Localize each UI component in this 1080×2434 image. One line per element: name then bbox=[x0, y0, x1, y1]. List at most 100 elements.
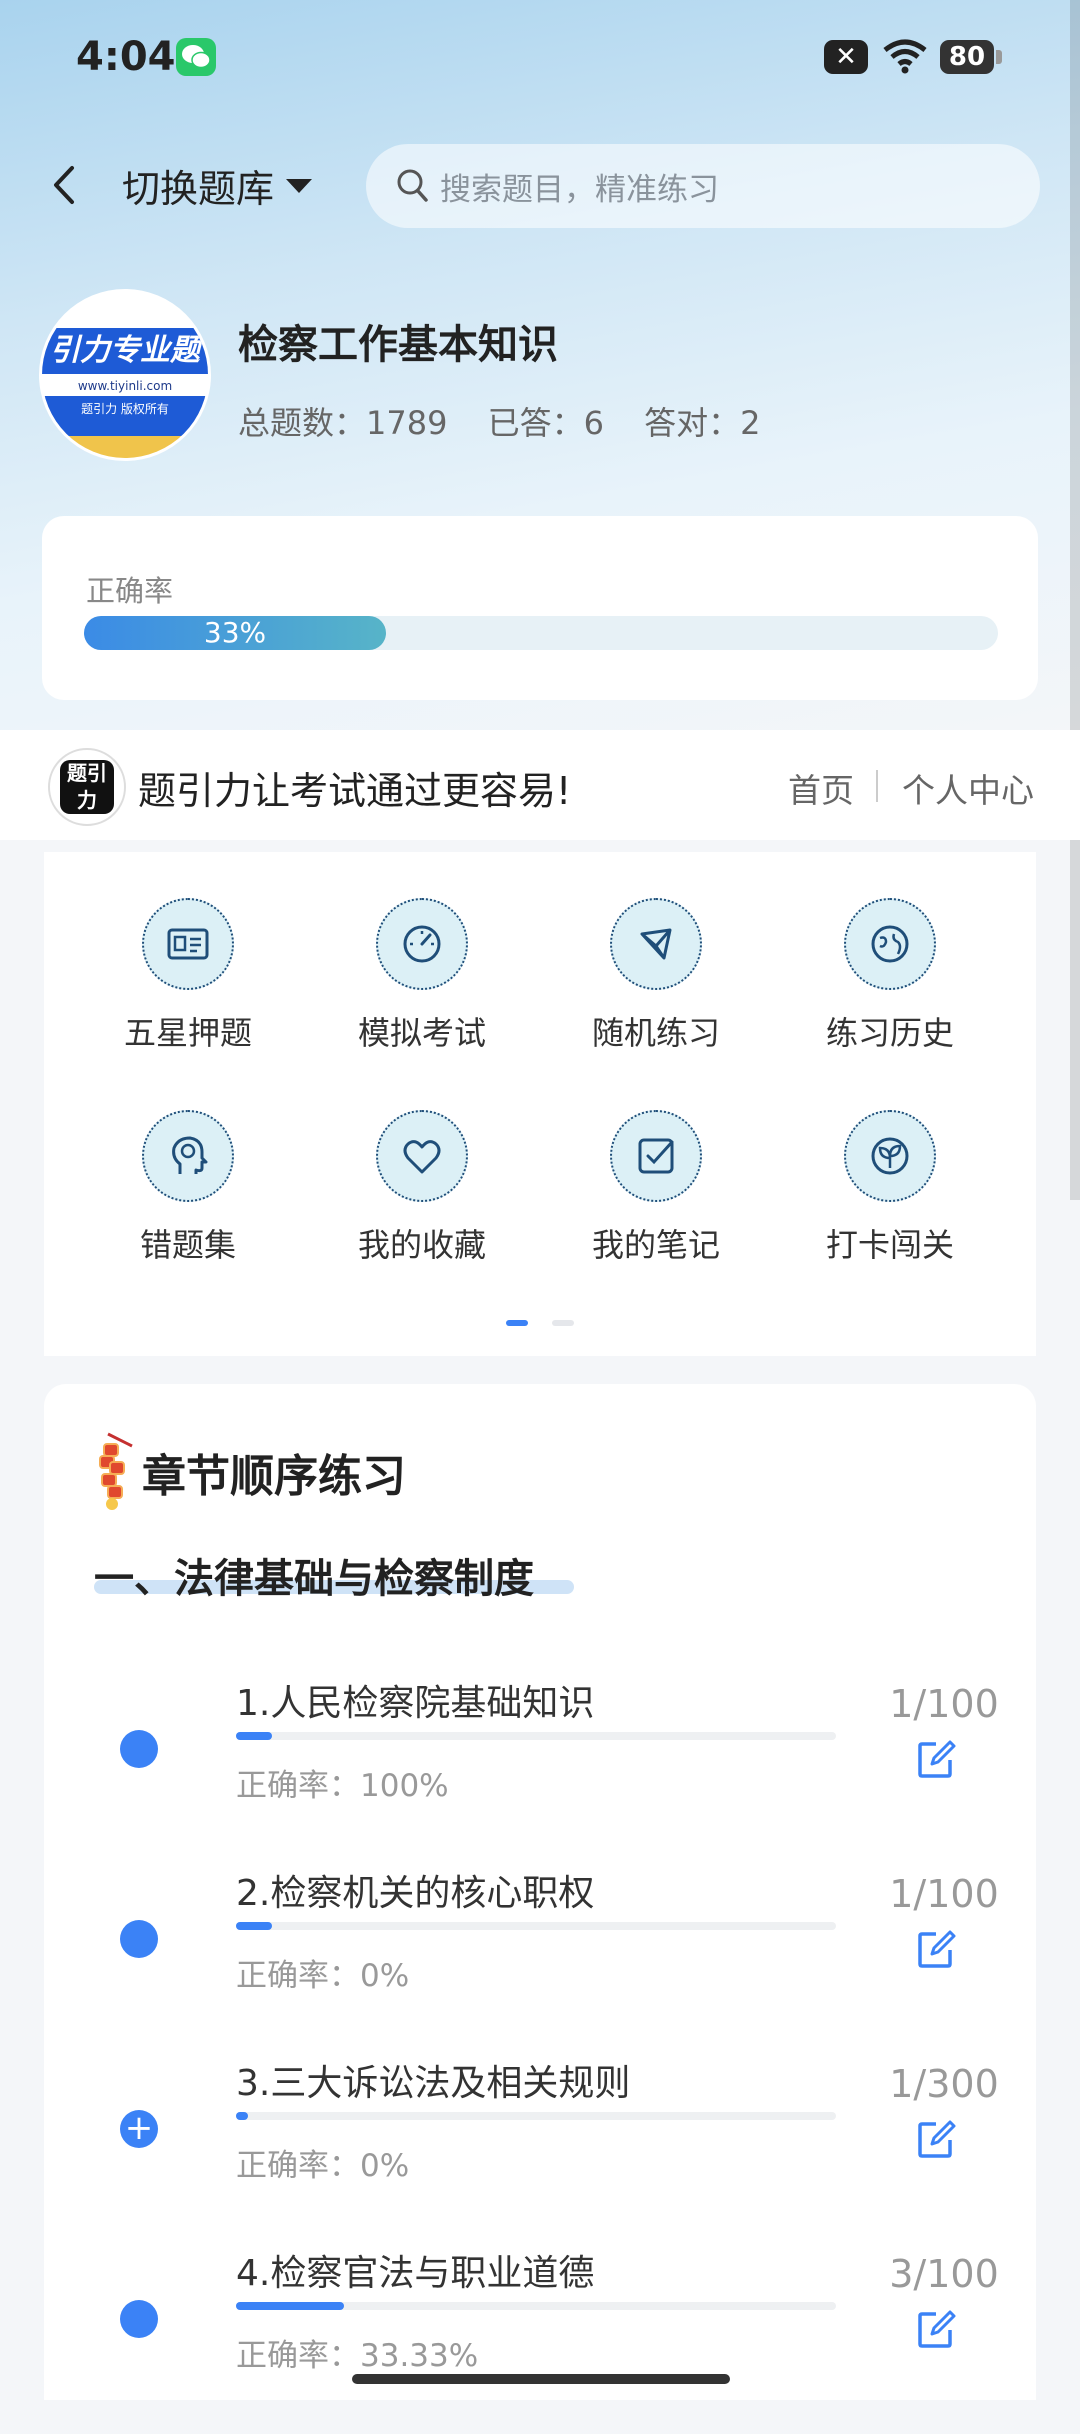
brand-bar: 题引力 题引力让考试通过更容易! 首页 个人中心 bbox=[0, 730, 1080, 840]
chapter-name: 4.检察官法与职业道德 bbox=[236, 2253, 595, 2294]
edit-icon[interactable] bbox=[914, 1928, 958, 1976]
page-dot bbox=[552, 1320, 574, 1326]
chapter-row[interactable]: 1.人民检察院基础知识 正确率：100% 1/100 bbox=[44, 1674, 1036, 1864]
speedometer-icon bbox=[376, 898, 468, 990]
chapter-count: 1/100 bbox=[889, 1872, 999, 1916]
back-arrow-icon[interactable] bbox=[46, 160, 86, 210]
edit-icon[interactable] bbox=[914, 1738, 958, 1786]
search-placeholder: 搜索题目，精准练习 bbox=[440, 172, 719, 208]
chapter-progress-track bbox=[236, 1922, 836, 1930]
edit-icon[interactable] bbox=[914, 2308, 958, 2356]
chapter-practice-card: 章节顺序练习 一、法律基础与检察制度 1.人民检察院基础知识 正确率：100% … bbox=[44, 1384, 1036, 2400]
answered-count: 已答：6 bbox=[487, 404, 604, 442]
accuracy-value: 33% bbox=[203, 616, 267, 649]
edit-icon[interactable] bbox=[914, 2118, 958, 2166]
firecracker-icon bbox=[94, 1424, 138, 1518]
brand-logo-text: 题引力 bbox=[60, 760, 114, 814]
nav-user-center-link[interactable]: 个人中心 bbox=[902, 764, 1034, 812]
chapter-status-dot bbox=[120, 1730, 158, 1768]
chapter-progress-fill bbox=[236, 1922, 272, 1930]
wechat-icon bbox=[176, 38, 216, 76]
chapter-accuracy: 正确率：0% bbox=[236, 2148, 410, 2184]
chapter-count: 1/300 bbox=[889, 2062, 999, 2106]
chapter-progress-track bbox=[236, 1732, 836, 1740]
chapter-progress-track bbox=[236, 2302, 836, 2310]
grid-item-mock-exam[interactable]: 模拟考试 bbox=[322, 898, 522, 1054]
grid-item-label: 打卡闯关 bbox=[825, 1226, 954, 1264]
accuracy-card: 正确率 33% bbox=[42, 516, 1038, 700]
switch-bank-label: 切换题库 bbox=[122, 167, 275, 211]
id-card-icon bbox=[142, 898, 234, 990]
chapter-name: 1.人民检察院基础知识 bbox=[236, 1683, 595, 1724]
chapter-status-dot bbox=[120, 1920, 158, 1958]
brand-logo: 题引力 bbox=[48, 748, 126, 826]
total-questions: 总题数：1789 bbox=[238, 404, 448, 442]
grid-item-label: 我的笔记 bbox=[591, 1226, 720, 1264]
chapter-row[interactable]: + 3.三大诉讼法及相关规则 正确率：0% 1/300 bbox=[44, 2054, 1036, 2244]
logo-copyright: 题引力 版权所有 bbox=[42, 396, 208, 436]
grid-item-favorites[interactable]: 我的收藏 bbox=[322, 1110, 522, 1266]
question-bank-logo: 引力专业题 www.tiyinli.com 题引力 版权所有 bbox=[42, 292, 208, 458]
grid-item-history[interactable]: 练习历史 bbox=[790, 898, 990, 1054]
grid-item-label: 我的收藏 bbox=[357, 1226, 486, 1264]
sprout-icon bbox=[844, 1110, 936, 1202]
heart-icon bbox=[376, 1110, 468, 1202]
chapter-name: 2.检察机关的核心职权 bbox=[236, 1873, 595, 1914]
grid-item-notes[interactable]: 我的笔记 bbox=[556, 1110, 756, 1266]
note-check-icon bbox=[610, 1110, 702, 1202]
close-notification-icon: ✕ bbox=[824, 40, 868, 74]
caret-down-icon bbox=[286, 178, 313, 193]
grid-item-label: 随机练习 bbox=[591, 1014, 720, 1052]
chapter-name: 3.三大诉讼法及相关规则 bbox=[236, 2063, 631, 2104]
grid-item-wrong-questions[interactable]: 错题集 bbox=[88, 1110, 288, 1266]
bank-title: 检察工作基本知识 bbox=[238, 322, 558, 368]
brain-head-icon bbox=[142, 1110, 234, 1202]
accuracy-progress-fill: 33% bbox=[84, 616, 386, 650]
battery-tip bbox=[996, 50, 1002, 64]
chapter-count: 3/100 bbox=[889, 2252, 999, 2296]
nav-divider bbox=[876, 770, 878, 802]
chapter-row[interactable]: 2.检察机关的核心职权 正确率：0% 1/100 bbox=[44, 1864, 1036, 2054]
grid-item-label: 练习历史 bbox=[825, 1014, 954, 1052]
feature-grid: 五星押题 模拟考试 随机练习 练习历史 错题集 我的收藏 我的笔记 打卡闯关 bbox=[44, 852, 1036, 1356]
page-dot-active bbox=[506, 1320, 528, 1326]
logo-url: www.tiyinli.com bbox=[42, 376, 208, 396]
grid-item-label: 模拟考试 bbox=[357, 1014, 486, 1052]
correct-count: 答对：2 bbox=[644, 404, 761, 442]
chapter-accuracy: 正确率：100% bbox=[236, 1768, 449, 1804]
chapter-row[interactable]: 4.检察官法与职业道德 正确率：33.33% 3/100 bbox=[44, 2244, 1036, 2434]
grid-item-label: 错题集 bbox=[139, 1226, 236, 1264]
chapter-progress-fill bbox=[236, 1732, 272, 1740]
battery-indicator: 80 bbox=[940, 40, 994, 74]
status-bar: 4:04 ✕ 80 bbox=[0, 0, 1080, 120]
chapter-progress-track bbox=[236, 2112, 836, 2120]
switch-bank-dropdown[interactable]: 切换题库 bbox=[122, 158, 313, 213]
network-icon bbox=[610, 898, 702, 990]
section-title: 章节顺序练习 bbox=[142, 1451, 406, 1502]
grid-item-five-star[interactable]: 五星押题 bbox=[88, 898, 288, 1054]
chapter-accuracy: 正确率：33.33% bbox=[236, 2338, 479, 2374]
chapter-progress-fill bbox=[236, 2112, 248, 2120]
search-input[interactable]: 搜索题目，精准练习 bbox=[366, 144, 1040, 228]
home-indicator[interactable] bbox=[352, 2374, 730, 2384]
grid-item-random-practice[interactable]: 随机练习 bbox=[556, 898, 756, 1054]
brand-slogan: 题引力让考试通过更容易! bbox=[138, 769, 572, 813]
accuracy-label: 正确率 bbox=[86, 574, 174, 608]
chapter-status-dot bbox=[120, 2300, 158, 2338]
grid-item-label: 五星押题 bbox=[123, 1014, 252, 1052]
status-time: 4:04 bbox=[76, 34, 176, 80]
bank-stats: 总题数：1789 已答：6 答对：2 bbox=[238, 398, 791, 444]
grid-item-checkin[interactable]: 打卡闯关 bbox=[790, 1110, 990, 1266]
chapter-progress-fill bbox=[236, 2302, 344, 2310]
scrollbar[interactable] bbox=[1070, 0, 1080, 1200]
search-icon bbox=[396, 168, 430, 208]
part-title: 一、法律基础与检察制度 bbox=[94, 1556, 534, 1602]
wifi-icon bbox=[882, 38, 928, 78]
logo-text: 引力专业题 bbox=[42, 328, 208, 374]
globe-icon bbox=[844, 898, 936, 990]
nav-home-link[interactable]: 首页 bbox=[788, 764, 854, 812]
expand-plus-icon[interactable]: + bbox=[120, 2110, 158, 2148]
chapter-accuracy: 正确率：0% bbox=[236, 1958, 410, 1994]
accuracy-progress-track: 33% bbox=[84, 616, 998, 650]
chapter-count: 1/100 bbox=[889, 1682, 999, 1726]
